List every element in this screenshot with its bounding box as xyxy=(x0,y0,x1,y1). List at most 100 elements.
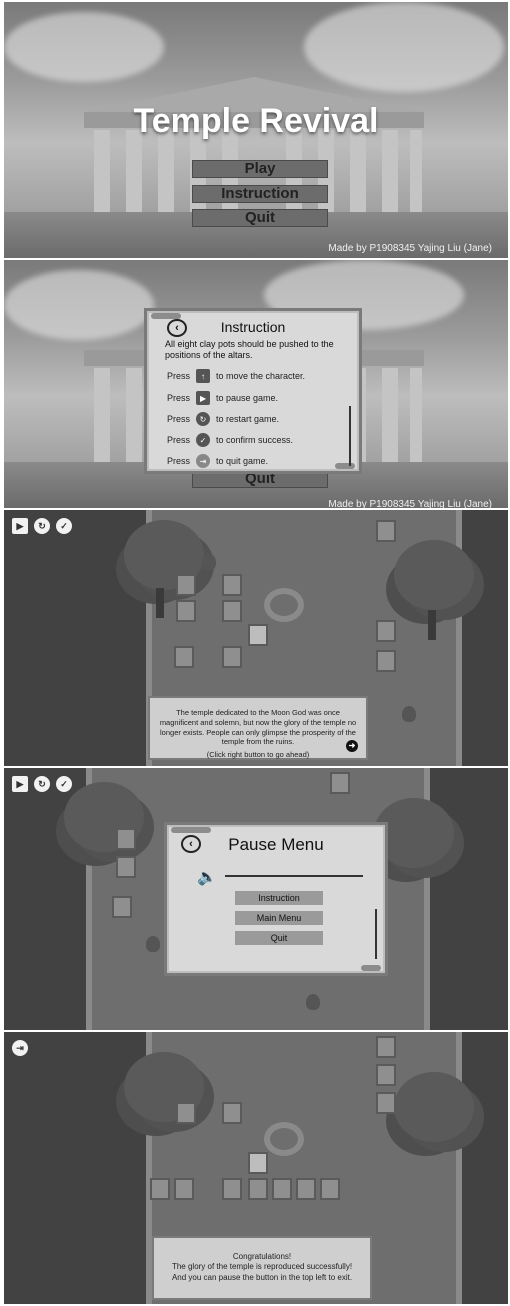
instruction-button[interactable]: Instruction xyxy=(235,891,323,905)
altar xyxy=(112,896,132,918)
game-title: Temple Revival xyxy=(133,102,379,140)
altar-filled xyxy=(150,1178,170,1200)
restart-icon[interactable]: ↻ xyxy=(34,518,50,534)
tree xyxy=(394,540,474,610)
altar-filled xyxy=(248,1178,268,1200)
instruction-button[interactable]: Instruction xyxy=(192,185,328,203)
title-screen: Temple Revival Play Instruction Quit Mad… xyxy=(4,2,508,258)
check-icon[interactable]: ✓ xyxy=(56,518,72,534)
stone-well xyxy=(264,588,304,622)
altar-filled xyxy=(222,1178,242,1200)
stone-pillar xyxy=(330,772,350,794)
game-story-screen: ▶ ↻ ✓ The temple dedicated to the Moon G… xyxy=(4,510,508,766)
play-pause-icon[interactable]: ▶ xyxy=(12,776,28,792)
credit-text: Made by P1908345 Yajing Liu (Jane) xyxy=(328,243,492,254)
hud-controls: ▶ ↻ ✓ xyxy=(12,518,72,534)
win-line-3: And you can pause the button in the top … xyxy=(171,1272,353,1282)
quit-button[interactable]: Quit xyxy=(235,931,323,945)
altar xyxy=(174,646,194,668)
stone-pillar xyxy=(376,1064,396,1086)
stone-pillar xyxy=(116,856,136,878)
tree xyxy=(394,1072,474,1142)
row-text: to restart game. xyxy=(216,414,280,424)
next-arrow-icon[interactable]: ➜ xyxy=(346,740,358,752)
dialog-scrollbar[interactable] xyxy=(375,909,377,959)
restart-icon[interactable]: ↻ xyxy=(34,776,50,792)
credit-text: Made by P1908345 Yajing Liu (Jane) xyxy=(328,499,492,508)
win-screen: ⇥ Congratulations! The glory of the temp… xyxy=(4,1032,508,1304)
clay-pot xyxy=(402,706,416,722)
scroll-rod xyxy=(335,463,355,469)
stone-pillar xyxy=(176,600,196,622)
altar-filled xyxy=(296,1178,316,1200)
instruction-screen: T Quit Made by P1908345 Yajing Liu (Jane… xyxy=(4,260,508,508)
hud-controls: ⇥ xyxy=(12,1040,28,1056)
stone-pillar xyxy=(222,600,242,622)
stone-pillar xyxy=(376,1036,396,1058)
row-prefix: Press xyxy=(167,456,191,466)
win-line-1: Congratulations! xyxy=(232,1252,292,1261)
instruction-heading: Instruction xyxy=(220,319,286,335)
pause-heading: Pause Menu xyxy=(228,835,324,854)
win-line-2: The glory of the temple is reproduced su… xyxy=(171,1262,353,1272)
row-prefix: Press xyxy=(167,371,191,381)
game-board: ⇥ Congratulations! The glory of the temp… xyxy=(4,1032,508,1304)
clay-pot xyxy=(202,554,216,570)
check-icon: ✓ xyxy=(196,433,211,447)
instruction-intro: All eight clay pots should be pushed to … xyxy=(165,339,334,360)
exit-icon[interactable]: ⇥ xyxy=(12,1040,28,1056)
row-prefix: Press xyxy=(167,393,191,403)
check-icon[interactable]: ✓ xyxy=(56,776,72,792)
row-text: to quit game. xyxy=(216,456,269,466)
clay-pot xyxy=(146,936,160,952)
game-board: ▶ ↻ ✓ ‹ Pause Menu 🔈 Instruction Main Me… xyxy=(4,768,508,1030)
altar-filled xyxy=(174,1178,194,1200)
pause-dialog: ‹ Pause Menu 🔈 Instruction Main Menu Qui… xyxy=(164,822,388,976)
hud-controls: ▶ ↻ ✓ xyxy=(12,776,72,792)
row-prefix: Press xyxy=(167,414,191,424)
stone-pillar xyxy=(222,1102,242,1124)
stone-pillar xyxy=(376,520,396,542)
main-menu-button[interactable]: Main Menu xyxy=(235,911,323,925)
altar-filled xyxy=(272,1178,292,1200)
player-character xyxy=(248,624,268,646)
scroll-rod xyxy=(361,965,381,971)
stone-pillar xyxy=(176,574,196,596)
wall-edge xyxy=(456,1032,462,1304)
story-text: The temple dedicated to the Moon God was… xyxy=(159,708,357,747)
arrow-keys-icon: ↑ xyxy=(196,369,211,383)
instruction-row-restart: Press ↻ to restart game. xyxy=(167,412,279,426)
play-pause-icon[interactable]: ▶ xyxy=(12,518,28,534)
row-prefix: Press xyxy=(167,435,191,445)
stone-pillar xyxy=(376,650,396,672)
play-button[interactable]: Play xyxy=(192,160,328,178)
altar-filled xyxy=(320,1178,340,1200)
row-text: to move the character. xyxy=(216,371,306,381)
stone-pillar xyxy=(222,574,242,596)
stone-pillar xyxy=(376,1092,396,1114)
instruction-row-quit: Press ⇥ to quit game. xyxy=(167,454,268,468)
speaker-icon[interactable]: 🔈 xyxy=(197,867,217,887)
player-character xyxy=(248,1152,268,1174)
instruction-row-confirm: Press ✓ to confirm success. xyxy=(167,433,293,447)
play-pause-icon: ▶ xyxy=(196,391,211,405)
game-board: ▶ ↻ ✓ The temple dedicated to the Moon G… xyxy=(4,510,508,766)
row-text: to pause game. xyxy=(216,393,279,403)
tree-trunk xyxy=(156,588,164,618)
stone-pillar xyxy=(176,1102,196,1124)
congratulations-scroll: Congratulations! The glory of the temple… xyxy=(152,1236,372,1300)
pause-screen: ▶ ↻ ✓ ‹ Pause Menu 🔈 Instruction Main Me… xyxy=(4,768,508,1030)
instruction-row-move: Press ↑ to move the character. xyxy=(167,369,305,383)
exit-icon: ⇥ xyxy=(196,454,211,468)
altar xyxy=(222,646,242,668)
clay-pot xyxy=(306,994,320,1010)
stone-pillar xyxy=(376,620,396,642)
stone-pillar xyxy=(116,828,136,850)
scroll-rod xyxy=(171,827,211,833)
stone-well xyxy=(264,1122,304,1156)
volume-slider[interactable] xyxy=(225,875,363,877)
quit-button[interactable]: Quit xyxy=(192,209,328,227)
story-scroll: The temple dedicated to the Moon God was… xyxy=(148,696,368,760)
continue-hint: (Click right button to go ahead) xyxy=(206,750,310,759)
dialog-scrollbar[interactable] xyxy=(349,406,351,466)
